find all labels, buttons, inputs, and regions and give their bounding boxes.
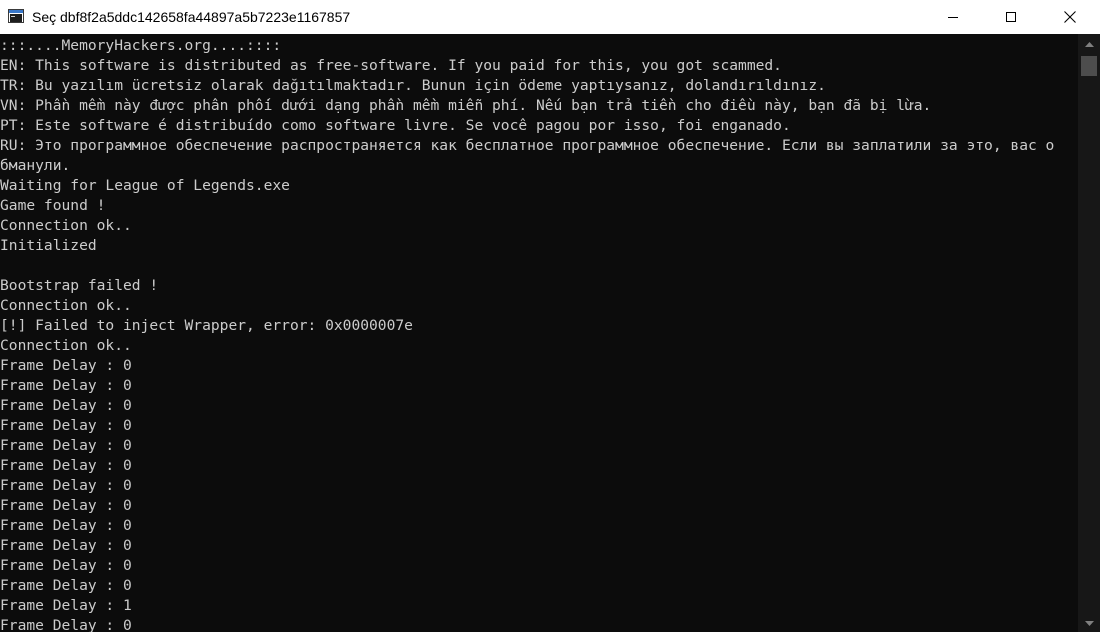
console-line: EN: This software is distributed as free… [0,57,782,74]
console-line: VN: Phần mềm này được phân phối dưới dạn… [0,97,932,114]
maximize-icon [1006,12,1016,22]
console-line: Frame Delay : 0 [0,617,132,632]
scroll-down-arrow-icon [1084,613,1094,631]
scroll-thumb[interactable] [1081,56,1097,76]
console-line: TR: Bu yazılım ücretsiz olarak dağıtılma… [0,77,826,94]
console-line: Frame Delay : 0 [0,497,132,514]
console-line: Game found ! [0,197,106,214]
window-title: Seç dbf8f2a5ddc142658fa44897a5b7223e1167… [32,9,351,25]
console-line: Frame Delay : 0 [0,557,132,574]
maximize-button[interactable] [982,0,1040,34]
console-line: RU: Это программное обеспечение распрост… [0,137,1055,154]
console-line: Waiting for League of Legends.exe [0,177,290,194]
console-line: бманули. [0,157,71,174]
console-app-icon [8,9,24,23]
console-line: Frame Delay : 0 [0,477,132,494]
console-line: Frame Delay : 0 [0,517,132,534]
console-line: Initialized [0,237,97,254]
vertical-scrollbar[interactable] [1078,34,1100,632]
console-line: [!] Failed to inject Wrapper, error: 0x0… [0,317,413,334]
close-button[interactable] [1040,0,1100,34]
console-line: Connection ok.. [0,297,132,314]
console-line: Connection ok.. [0,217,132,234]
console-line: Frame Delay : 0 [0,437,132,454]
console-line: Bootstrap failed ! [0,277,159,294]
scroll-up-arrow-icon [1084,35,1094,53]
scroll-up-button[interactable] [1078,34,1100,54]
console-line: Connection ok.. [0,337,132,354]
console-output[interactable]: :::....MemoryHackers.org....:::: EN: This… [0,34,1078,632]
minimize-button[interactable] [924,0,982,34]
console-line: Frame Delay : 0 [0,457,132,474]
close-icon [1064,11,1076,23]
title-bar[interactable]: Seç dbf8f2a5ddc142658fa44897a5b7223e1167… [0,0,1100,34]
console-line: Frame Delay : 0 [0,397,132,414]
console-line: Frame Delay : 0 [0,577,132,594]
console-line: Frame Delay : 0 [0,357,132,374]
console-line: Frame Delay : 0 [0,377,132,394]
console-line: Frame Delay : 1 [0,597,132,614]
scroll-down-button[interactable] [1078,612,1100,632]
console-line: Frame Delay : 0 [0,537,132,554]
console-window: Seç dbf8f2a5ddc142658fa44897a5b7223e1167… [0,0,1100,632]
console-line: Frame Delay : 0 [0,417,132,434]
console-line: PT: Este software é distribuído como sof… [0,117,791,134]
console-line: :::....MemoryHackers.org....:::: [0,37,282,54]
minimize-icon [948,12,958,22]
console-lines: :::....MemoryHackers.org....:::: EN: This… [0,36,1078,632]
